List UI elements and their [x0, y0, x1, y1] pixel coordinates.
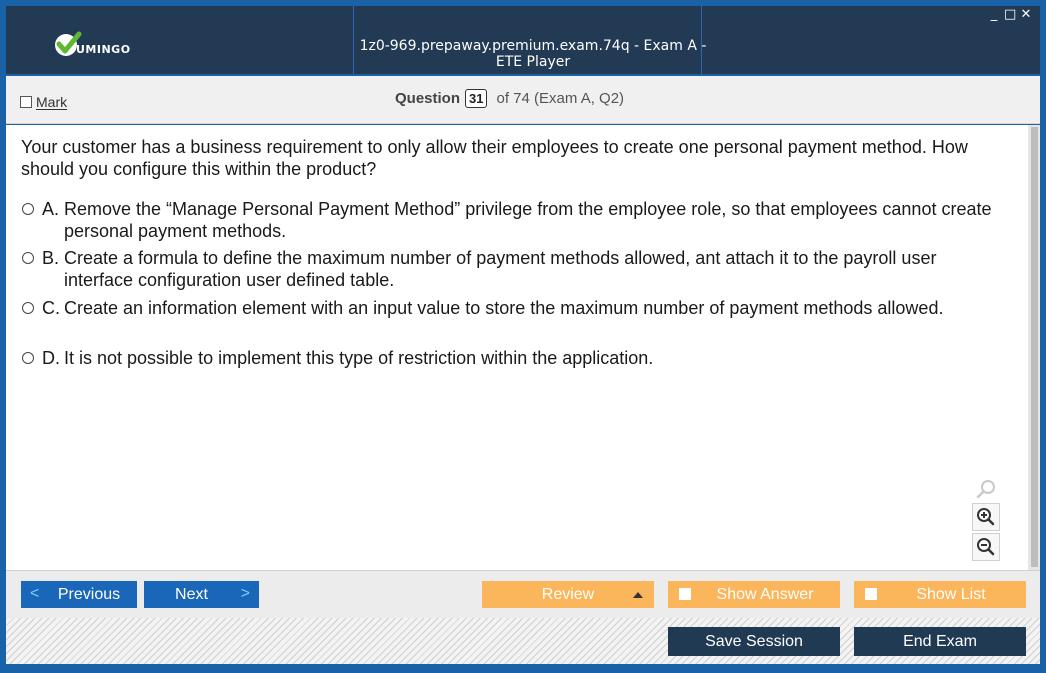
title-bar: UMINGO 1z0-969.prepaway.premium.exam.74q…: [6, 6, 1040, 74]
mark-checkbox[interactable]: Mark: [20, 94, 67, 110]
mark-label: Mark: [36, 94, 68, 110]
option-text: Create a formula to define the maximum n…: [64, 248, 937, 290]
chevron-left-icon: <: [30, 585, 40, 602]
logo: UMINGO: [52, 30, 131, 60]
zoom-in-icon[interactable]: [972, 503, 1000, 531]
option-letter: A.: [42, 199, 60, 219]
show-answer-label: Show Answer: [716, 585, 814, 603]
chevron-right-icon: >: [240, 585, 250, 602]
checkbox-icon[interactable]: [679, 588, 691, 600]
magnifier-icon[interactable]: [972, 475, 1000, 503]
vertical-scrollbar[interactable]: [1028, 125, 1040, 570]
option-letter: D.: [42, 348, 60, 368]
scrollbar-thumb[interactable]: [1031, 127, 1038, 567]
dropdown-arrow-icon[interactable]: [633, 592, 643, 598]
option-text: It is not possible to implement this typ…: [64, 348, 654, 368]
option-letter: B.: [42, 248, 60, 268]
previous-label: Previous: [57, 585, 121, 603]
app-window: UMINGO 1z0-969.prepaway.premium.exam.74q…: [0, 0, 1046, 673]
radio-button-icon[interactable]: [22, 252, 34, 264]
checkbox-icon[interactable]: [865, 588, 877, 600]
option-text: Create an information element with an in…: [64, 298, 944, 318]
zoom-out-icon[interactable]: [972, 533, 1000, 561]
close-icon[interactable]: ✕: [1020, 8, 1032, 22]
question-header: Mark Question 31 of 74 (Exam A, Q2): [6, 76, 1040, 124]
review-label: Review: [541, 585, 595, 603]
minimize-icon[interactable]: _: [988, 8, 1000, 22]
radio-button-icon[interactable]: [22, 352, 34, 364]
question-number-input[interactable]: 31: [465, 89, 488, 108]
footer-bar: Save Session End Exam: [6, 618, 1040, 664]
next-button[interactable]: Next >: [144, 581, 259, 608]
previous-button[interactable]: < Previous: [21, 581, 137, 608]
review-button[interactable]: Review: [482, 581, 654, 608]
window-controls: _ □ ✕: [988, 8, 1032, 22]
radio-button-icon[interactable]: [22, 203, 34, 215]
save-session-label: Save Session: [705, 632, 803, 650]
show-list-label: Show List: [916, 585, 986, 603]
radio-button-icon[interactable]: [22, 302, 34, 314]
question-text: Your customer has a business requirement…: [21, 137, 968, 179]
title-divider: [353, 6, 354, 74]
end-exam-button[interactable]: End Exam: [854, 627, 1026, 656]
title-divider: [701, 6, 702, 74]
option-text: Remove the “Manage Personal Payment Meth…: [64, 199, 992, 241]
question-indicator: Question 31 of 74 (Exam A, Q2): [395, 89, 624, 108]
question-count: of 74 (Exam A, Q2): [496, 90, 625, 107]
logo-text: UMINGO: [76, 42, 131, 56]
question-panel: Your customer has a business requirement…: [6, 125, 1028, 570]
checkbox-icon[interactable]: [20, 96, 32, 108]
question-label: Question: [395, 90, 461, 107]
navigation-bar: < Previous Next > Review Show Answer Sho…: [6, 570, 1040, 618]
show-answer-button[interactable]: Show Answer: [668, 581, 840, 608]
save-session-button[interactable]: Save Session: [668, 627, 840, 656]
next-label: Next: [175, 585, 208, 603]
maximize-icon[interactable]: □: [1004, 8, 1016, 22]
window-title: 1z0-969.prepaway.premium.exam.74q - Exam…: [359, 38, 707, 70]
end-exam-label: End Exam: [903, 632, 977, 650]
show-list-button[interactable]: Show List: [854, 581, 1026, 608]
option-letter: C.: [42, 298, 60, 318]
